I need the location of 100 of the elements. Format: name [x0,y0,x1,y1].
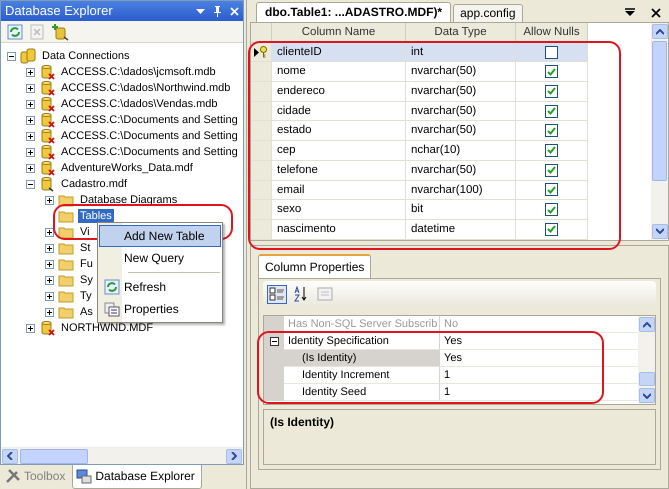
tree-item[interactable]: Data Connections [40,49,132,63]
tree-item[interactable]: Sy [78,273,95,287]
scroll-right-button[interactable] [226,448,242,464]
close-icon[interactable] [651,8,661,18]
scroll-thumb[interactable] [638,372,654,386]
vertical-scrollbar[interactable] [638,316,655,404]
tree-item[interactable]: ACCESS.C:\Documents and Setting [59,129,240,143]
table-cell[interactable]: sexo [272,200,406,220]
expand-icon[interactable] [26,84,35,92]
tree-item[interactable]: AdventureWorks_Data.mdf [59,161,195,175]
collapse-icon[interactable] [270,337,278,346]
expand-icon[interactable] [45,228,54,236]
expand-icon[interactable] [26,100,35,108]
menu-item[interactable]: Refresh [99,276,221,298]
property-name[interactable]: Identity Seed [284,384,440,401]
tree-item[interactable]: ACCESS.C:\dados\Vendas.mdb [59,97,220,111]
property-value[interactable]: 1 [440,367,638,384]
checkbox[interactable] [545,203,558,216]
horizontal-scrollbar[interactable] [1,447,243,464]
expand-icon[interactable] [45,196,54,204]
vertical-scrollbar[interactable] [651,23,668,240]
property-name[interactable]: Identity Increment [284,367,440,384]
menu-item[interactable]: Properties [99,298,221,320]
checkbox[interactable] [545,46,558,59]
table-cell[interactable]: nvarchar(50) [406,160,516,180]
tree-item[interactable]: Fu [78,257,95,271]
table-cell[interactable]: cidade [272,102,406,122]
tree-item[interactable]: ACCESS.C:\dados\Northwind.mdb [59,81,232,95]
scroll-thumb[interactable] [20,448,88,464]
property-name[interactable]: (Is Identity) [284,350,440,367]
table-cell[interactable]: endereco [272,82,406,102]
expand-icon[interactable] [45,292,54,300]
table-cell[interactable]: nchar(10) [406,141,516,161]
checkbox[interactable] [545,183,558,196]
tree-item[interactable]: ACCESS.C:\Documents and Setting [59,145,240,159]
add-connection-icon[interactable] [51,22,69,40]
scroll-up-button[interactable] [638,317,654,332]
tree-item[interactable]: St [78,241,92,255]
expand-icon[interactable] [26,116,35,124]
table-cell[interactable]: cep [272,141,406,161]
table-cell[interactable]: int [406,42,516,62]
table-cell[interactable]: nvarchar(50) [406,121,516,142]
panel-tab[interactable]: Database Explorer [72,465,202,489]
expand-icon[interactable] [26,148,35,156]
table-cell[interactable]: nascimento [272,220,406,240]
table-cell[interactable]: nvarchar(50) [406,102,516,122]
checkbox[interactable] [545,104,558,118]
checkbox[interactable] [545,84,558,98]
document-tab[interactable]: app.config [453,4,522,22]
tree-item[interactable]: Database Diagrams [78,193,180,207]
expand-icon[interactable] [45,260,54,268]
expand-icon[interactable] [45,276,54,284]
property-value[interactable]: 1 [440,384,638,401]
table-cell[interactable]: nvarchar(50) [406,62,516,82]
dropdown-icon[interactable] [625,8,635,17]
pin-icon[interactable] [213,6,222,16]
checkbox[interactable] [545,65,558,78]
tree-item[interactable]: Tables [78,209,114,223]
column-properties-tab[interactable]: Column Properties [258,254,372,278]
table-cell[interactable]: email [272,180,406,200]
table-cell[interactable]: bit [406,200,516,220]
checkbox[interactable] [545,144,558,157]
tree-item[interactable]: ACCESS.C:\dados\jcmsoft.mdb [59,65,218,79]
checkbox[interactable] [545,164,558,177]
expand-icon[interactable] [26,164,35,172]
table-cell[interactable]: nvarchar(50) [406,82,516,102]
document-tab[interactable]: dbo.Table1: ...ADASTRO.MDF)* [256,2,452,22]
property-value[interactable]: Yes [440,333,638,350]
expand-icon[interactable] [45,308,54,316]
tree-item[interactable]: Vi [78,225,92,239]
table-cell[interactable]: datetime [406,220,516,240]
collapse-icon[interactable] [26,180,35,188]
menu-item[interactable]: Add New Table [99,225,221,247]
expand-icon[interactable] [26,324,35,332]
scroll-left-button[interactable] [2,448,18,464]
checkbox[interactable] [545,124,558,138]
scroll-thumb[interactable] [652,41,667,181]
tree-item[interactable]: Ty [78,289,94,303]
table-cell[interactable]: estado [272,121,406,142]
expand-icon[interactable] [26,132,35,140]
collapse-icon[interactable] [7,52,16,60]
scroll-down-button[interactable] [652,224,668,239]
tree-item[interactable]: As [78,305,95,319]
checkbox[interactable] [545,222,558,236]
tree-item[interactable]: ACCESS.C:\Documents and Setting [59,113,240,127]
table-cell[interactable]: clienteID [272,42,406,62]
expand-icon[interactable] [45,244,54,252]
menu-item[interactable]: New Query [99,247,221,269]
scroll-up-button[interactable] [652,24,668,39]
tree-item[interactable]: NORTHWND.MDF [59,321,156,335]
tree-item[interactable]: Cadastro.mdf [59,177,130,191]
table-cell[interactable]: nome [272,62,406,82]
row-header[interactable] [251,42,272,62]
table-cell[interactable]: nvarchar(100) [406,180,516,200]
expand-icon[interactable] [26,68,35,76]
property-value[interactable]: Yes [440,350,638,367]
scroll-down-button[interactable] [638,388,654,403]
table-cell[interactable]: telefone [272,160,406,180]
categorized-button[interactable] [267,284,287,304]
refresh-icon[interactable] [7,24,23,40]
